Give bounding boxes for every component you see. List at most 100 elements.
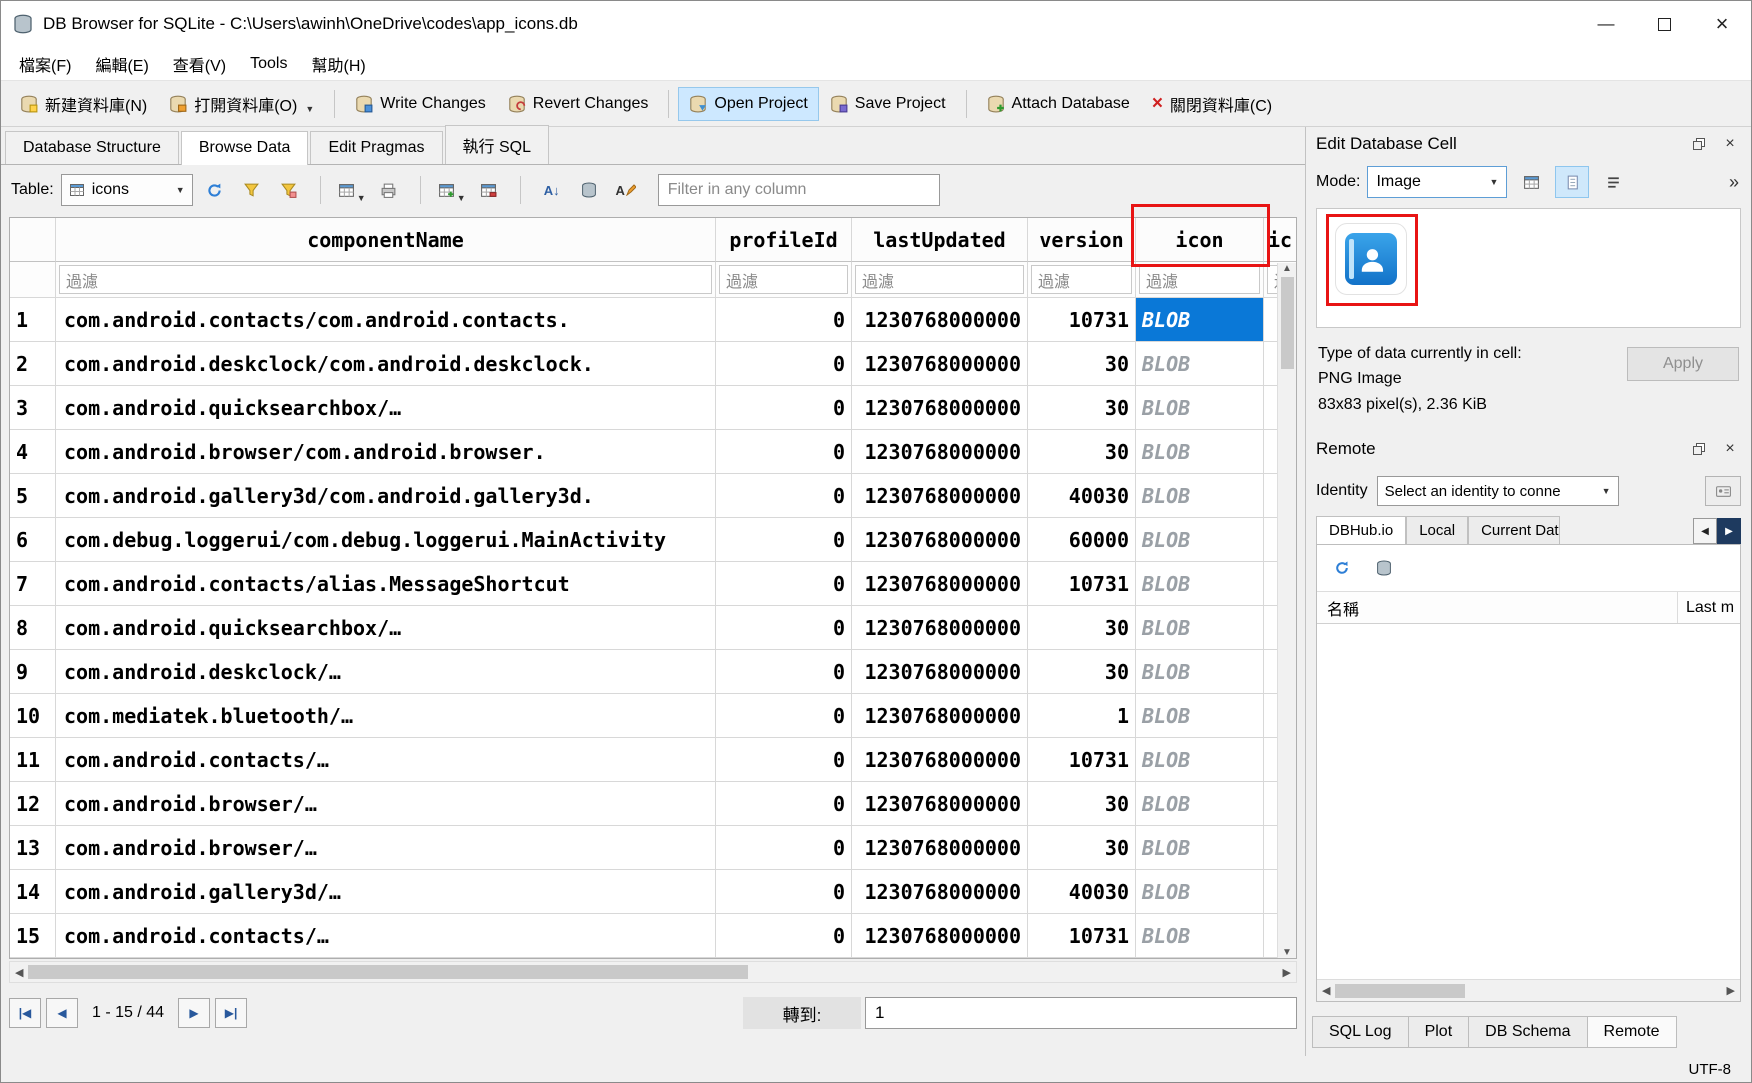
new-database-button[interactable]: 新建資料庫(N) (9, 84, 158, 124)
cell-profileId[interactable]: 0 (716, 782, 852, 826)
cell-profileId[interactable]: 0 (716, 914, 852, 958)
filter-input-version[interactable]: 過濾 (1031, 265, 1132, 294)
row-number[interactable]: 11 (10, 738, 56, 782)
cell-version[interactable]: 40030 (1028, 474, 1136, 518)
cell-componentName[interactable]: com.android.deskclock/… (56, 650, 716, 694)
close-database-button[interactable]: × 關閉資料庫(C) (1141, 84, 1283, 124)
grid-horizontal-scrollbar[interactable]: ◀ ▶ (9, 961, 1297, 983)
cell-icon-blob[interactable]: BLOB (1136, 606, 1264, 650)
cell-componentName[interactable]: com.mediatek.bluetooth/… (56, 694, 716, 738)
open-database-button[interactable]: 打開資料庫(O) ▼ (158, 84, 325, 124)
cell-profileId[interactable]: 0 (716, 474, 852, 518)
clone-database-button[interactable] (1369, 553, 1399, 583)
mode-select[interactable]: Image ▼ (1367, 166, 1507, 198)
column-header-version[interactable]: version (1028, 218, 1136, 262)
manage-identities-button[interactable] (1705, 476, 1741, 506)
menu-edit[interactable]: 編輯(E) (83, 47, 160, 81)
cell-lastUpdated[interactable]: 1230768000000 (852, 562, 1028, 606)
cell-version[interactable]: 40030 (1028, 870, 1136, 914)
cell-profileId[interactable]: 0 (716, 518, 852, 562)
goto-record-input[interactable] (865, 997, 1297, 1029)
write-changes-button[interactable]: Write Changes (344, 87, 497, 121)
horizontal-scroll-thumb[interactable] (1335, 984, 1465, 998)
first-record-button[interactable]: |◀ (9, 998, 41, 1028)
column-header-last-modified[interactable]: Last m (1678, 592, 1740, 623)
float-panel-button[interactable] (1688, 133, 1710, 155)
cell-lastUpdated[interactable]: 1230768000000 (852, 782, 1028, 826)
row-number[interactable]: 1 (10, 298, 56, 342)
cell-icon-blob[interactable]: BLOB (1136, 914, 1264, 958)
cell-version[interactable]: 30 (1028, 650, 1136, 694)
cell-version[interactable]: 10731 (1028, 914, 1136, 958)
maximize-button[interactable] (1635, 1, 1693, 47)
menu-tools[interactable]: Tools (238, 50, 299, 78)
cell-componentName[interactable]: com.android.gallery3d/… (56, 870, 716, 914)
scroll-up-icon[interactable]: ▲ (1282, 263, 1292, 274)
tab-database-structure[interactable]: Database Structure (5, 131, 179, 164)
cell-lastUpdated[interactable]: 1230768000000 (852, 474, 1028, 518)
cell-componentName[interactable]: com.android.browser/… (56, 782, 716, 826)
cell-icon-blob-selected[interactable]: BLOB (1136, 298, 1264, 342)
cell-componentName[interactable]: com.android.contacts/com.android.contact… (56, 298, 716, 342)
tab-browse-data[interactable]: Browse Data (181, 131, 309, 165)
tab-plot[interactable]: Plot (1408, 1016, 1470, 1048)
tab-scroll-right-button[interactable]: ▶ (1717, 518, 1741, 544)
import-data-button[interactable] (1514, 166, 1548, 198)
cell-icon-blob[interactable]: BLOB (1136, 650, 1264, 694)
filter-input-componentName[interactable]: 過濾 (59, 265, 712, 294)
grid-vertical-scrollbar[interactable]: ▲ ▼ (1277, 263, 1296, 958)
row-number[interactable]: 12 (10, 782, 56, 826)
cell-version[interactable]: 30 (1028, 342, 1136, 386)
scroll-down-icon[interactable]: ▼ (1282, 947, 1292, 958)
tab-db-schema[interactable]: DB Schema (1468, 1016, 1587, 1048)
last-record-button[interactable]: ▶| (215, 998, 247, 1028)
print-button[interactable] (374, 175, 404, 205)
cell-profileId[interactable]: 0 (716, 386, 852, 430)
cell-version[interactable]: 10731 (1028, 562, 1136, 606)
export-table-button[interactable]: ▼ (337, 175, 367, 205)
row-number[interactable]: 13 (10, 826, 56, 870)
export-data-button[interactable] (1555, 166, 1589, 198)
close-button[interactable]: × (1693, 1, 1751, 47)
toolbar-overflow-button[interactable]: » (1729, 172, 1741, 193)
column-header-icon[interactable]: icon (1136, 218, 1264, 262)
cell-icon-blob[interactable]: BLOB (1136, 826, 1264, 870)
tab-dbhub[interactable]: DBHub.io (1316, 516, 1406, 544)
filter-input-profileId[interactable]: 過濾 (719, 265, 848, 294)
refresh-button[interactable] (200, 175, 230, 205)
cell-version[interactable]: 10731 (1028, 738, 1136, 782)
cell-version[interactable]: 60000 (1028, 518, 1136, 562)
cell-profileId[interactable]: 0 (716, 342, 852, 386)
tab-scroll-left-button[interactable]: ◀ (1693, 518, 1717, 544)
row-number[interactable]: 2 (10, 342, 56, 386)
next-record-button[interactable]: ▶ (178, 998, 210, 1028)
column-header-profileId[interactable]: profileId (716, 218, 852, 262)
cell-componentName[interactable]: com.android.contacts/… (56, 914, 716, 958)
cell-icon-blob[interactable]: BLOB (1136, 430, 1264, 474)
save-filter-button[interactable] (274, 175, 304, 205)
cell-componentName[interactable]: com.debug.loggerui/com.debug.loggerui.Ma… (56, 518, 716, 562)
horizontal-scroll-thumb[interactable] (28, 965, 748, 979)
cell-lastUpdated[interactable]: 1230768000000 (852, 430, 1028, 474)
row-number[interactable]: 6 (10, 518, 56, 562)
remote-refresh-button[interactable] (1327, 553, 1357, 583)
close-panel-button[interactable]: × (1719, 133, 1741, 155)
menu-help[interactable]: 幫助(H) (299, 47, 377, 81)
minimize-button[interactable]: — (1577, 1, 1635, 47)
cell-lastUpdated[interactable]: 1230768000000 (852, 870, 1028, 914)
database-cell-button[interactable] (574, 175, 604, 205)
cell-version[interactable]: 1 (1028, 694, 1136, 738)
cell-lastUpdated[interactable]: 1230768000000 (852, 650, 1028, 694)
menu-file[interactable]: 檔案(F) (7, 47, 83, 81)
cell-componentName[interactable]: com.android.browser/… (56, 826, 716, 870)
edit-cell-button[interactable]: A (611, 175, 641, 205)
open-project-button[interactable]: Open Project (678, 87, 818, 121)
sort-button[interactable]: A↓ (537, 175, 567, 205)
clear-filters-button[interactable] (237, 175, 267, 205)
filter-any-column-input[interactable] (658, 174, 940, 206)
tab-sql-log[interactable]: SQL Log (1312, 1016, 1409, 1048)
row-number[interactable]: 14 (10, 870, 56, 914)
tab-execute-sql[interactable]: 執行 SQL (445, 125, 549, 164)
cell-profileId[interactable]: 0 (716, 694, 852, 738)
scroll-left-icon[interactable]: ◀ (1322, 984, 1330, 997)
